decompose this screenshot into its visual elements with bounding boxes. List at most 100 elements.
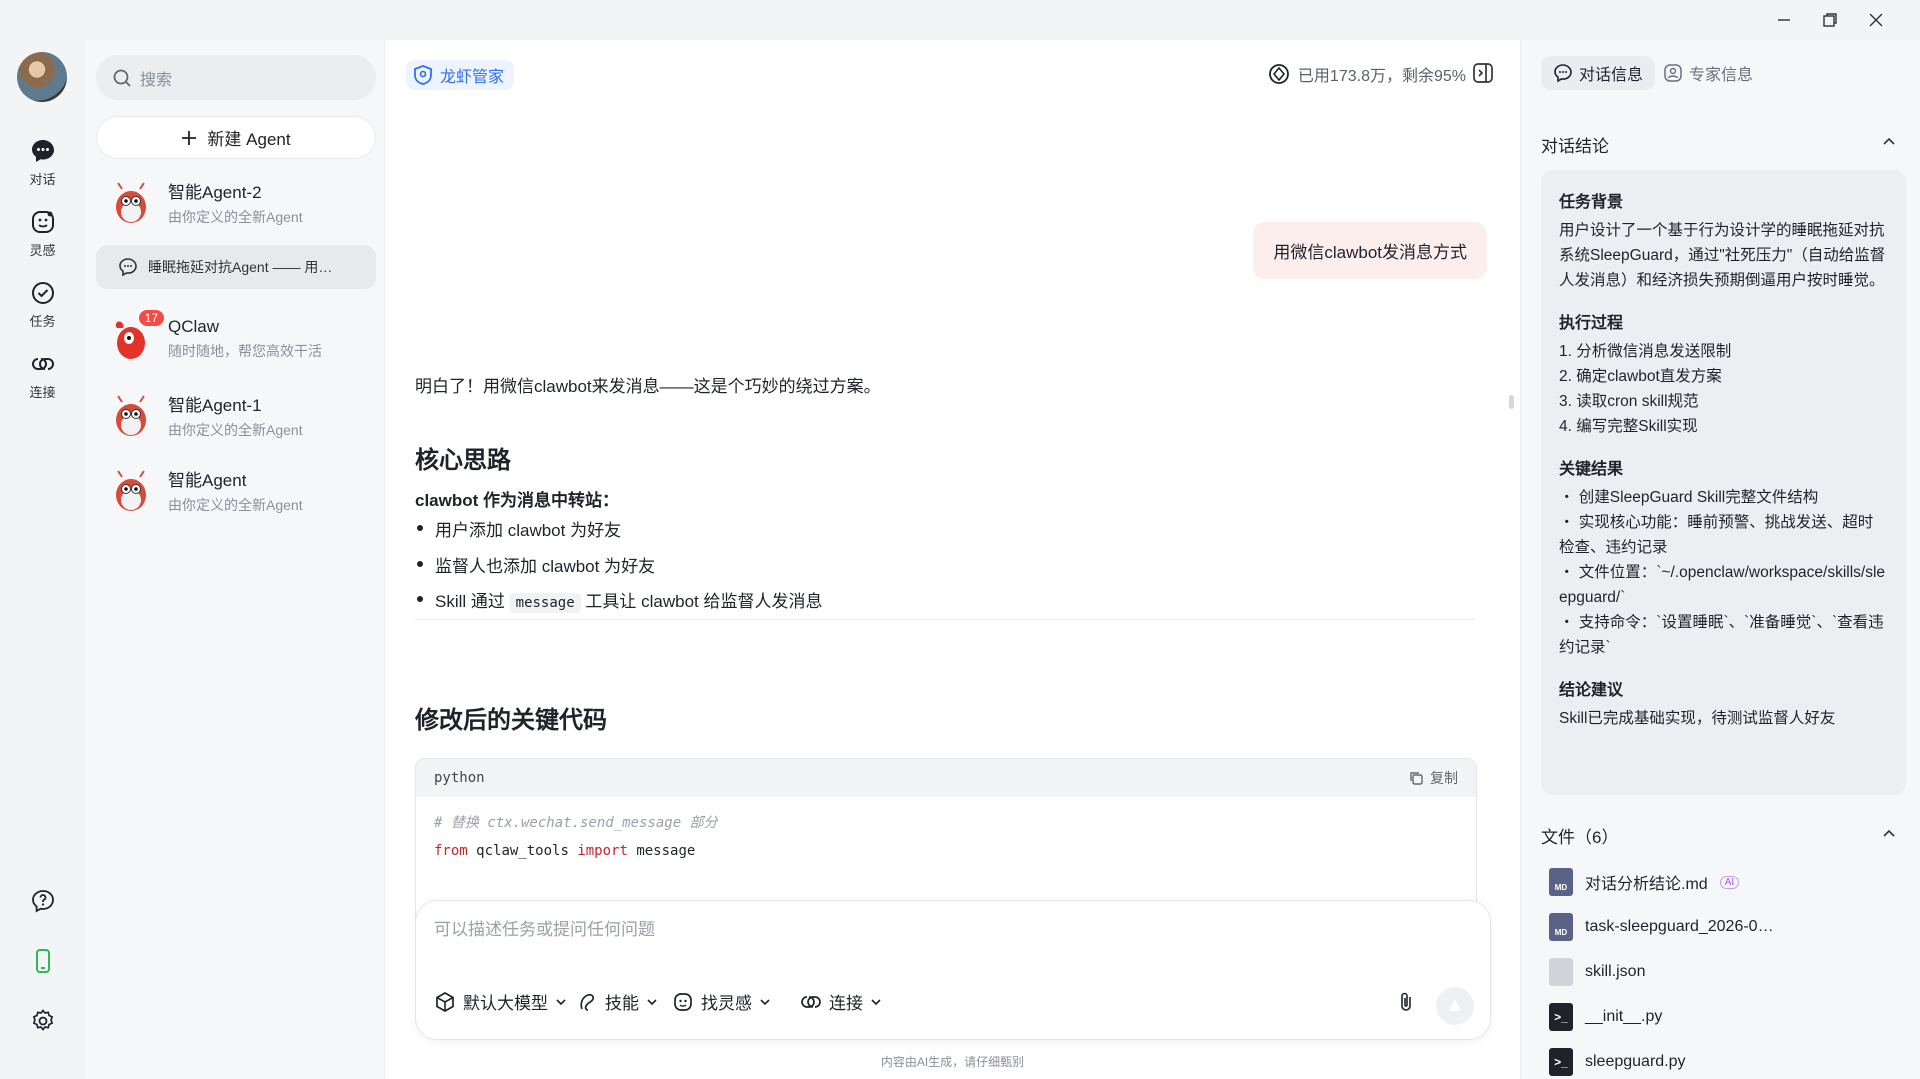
rail-item-chat[interactable]: 对话 (0, 132, 85, 194)
json-file-icon (1549, 958, 1573, 986)
agent-desc: 由你定义的全新Agent (168, 421, 303, 438)
close-icon (1869, 13, 1883, 27)
message-list: 用微信clawbot发消息方式 明白了！用微信clawbot来发消息——这是个巧… (385, 110, 1505, 925)
agent-desc: 由你定义的全新Agent (168, 208, 303, 225)
settings-button[interactable] (28, 1006, 58, 1036)
token-usage-icon (1269, 64, 1289, 84)
rail-item-connect[interactable]: 连接 (0, 345, 85, 407)
help-button[interactable] (28, 886, 58, 916)
message-input[interactable] (434, 915, 1434, 955)
maximize-button[interactable] (1816, 8, 1844, 32)
chat-bubble-icon (119, 258, 137, 277)
file-item[interactable]: MD 对话分析结论.md AI (1549, 864, 1740, 900)
tab-label: 专家信息 (1689, 67, 1754, 84)
chat-icon (31, 140, 54, 162)
chat-main: 龙虾管家 已用173.8万，剩余95% 用微信clawbot发消息方式 明白了！… (385, 40, 1520, 1079)
divider (415, 619, 1475, 620)
chevron-up-icon (1883, 137, 1895, 145)
new-agent-button[interactable]: 新建 Agent (96, 116, 376, 159)
agent-desc: 随时随地，帮您高效干活 (168, 343, 322, 359)
file-item[interactable]: >_ sleepguard.py (1549, 1044, 1686, 1079)
cube-icon (436, 991, 454, 1012)
composer: 默认大模型 技能 找灵感 连接 (415, 900, 1491, 1040)
heading-core-idea: 核心思路 (415, 447, 511, 474)
file-item[interactable]: skill.json (1549, 954, 1645, 990)
file-name: sleepguard.py (1585, 1053, 1686, 1070)
user-avatar[interactable] (17, 52, 67, 102)
code-language: python (434, 770, 485, 786)
file-name: task-sleepguard_2026-0… (1585, 918, 1774, 935)
summary-text: Skill已完成基础实现，待测试监督人好友 (1559, 710, 1836, 727)
left-rail: 对话 灵感 任务 连接 (0, 40, 85, 1079)
rail-item-inspiration[interactable]: 灵感 (0, 203, 85, 265)
skills-selector[interactable]: 技能 (576, 989, 658, 1014)
attach-button[interactable] (1396, 991, 1416, 1017)
agent-name: 智能Agent (168, 470, 247, 490)
summary-block: 执行过程 1. 分析微信消息发送限制 2. 确定clawbot直发方案 3. 读… (1559, 309, 1888, 439)
chevron-down-icon (556, 998, 566, 1005)
connect-selector[interactable]: 连接 (800, 989, 882, 1014)
agent-name: 智能Agent-1 (168, 395, 262, 415)
send-button[interactable] (1436, 987, 1474, 1025)
model-selector[interactable]: 默认大模型 (434, 989, 567, 1014)
code-comment: # 替换 ctx.wechat.send_message 部分 (434, 815, 718, 831)
agent-item[interactable]: 17 QClaw 随时随地，帮您高效干活 (96, 304, 376, 374)
task-check-icon (31, 282, 54, 304)
assistant-intro: 明白了！用微信clawbot来发消息——这是个巧妙的绕过方案。 (415, 377, 881, 396)
skills-label: 技能 (605, 994, 639, 1013)
collapse-files-button[interactable] (1882, 826, 1896, 844)
rail-label-chat: 对话 (29, 172, 56, 187)
send-arrow-icon (1449, 999, 1461, 1011)
tab-conversation-info[interactable]: 对话信息 (1541, 56, 1656, 90)
minimize-button[interactable] (1770, 8, 1798, 32)
connect-label: 连接 (829, 994, 863, 1013)
new-agent-label: 新建 Agent (207, 130, 291, 149)
sub-conversation-item[interactable]: 睡眠拖延对抗Agent —— 用… (96, 245, 376, 289)
collapse-summary-button[interactable] (1882, 134, 1896, 152)
qclaw-avatar-icon: 17 (108, 308, 166, 362)
agent-item[interactable]: 智能Agent 由你定义的全新Agent (96, 455, 376, 525)
summary-text: 1. 分析微信消息发送限制 (1559, 343, 1732, 360)
agent-item[interactable]: 智能Agent-1 由你定义的全新Agent (96, 380, 376, 450)
info-panel: 对话信息 专家信息 对话结论 任务背景 用户设计了一个基于行为设计学的睡眠拖延对… (1520, 40, 1920, 1079)
chat-scrollbar[interactable] (1509, 395, 1514, 409)
link-icon (801, 995, 821, 1008)
inspiration-label: 找灵感 (701, 994, 752, 1013)
summary-text: ・ 文件位置：`~/.openclaw/workspace/skills/sle… (1559, 564, 1886, 606)
copy-button[interactable]: 复制 (1408, 768, 1458, 788)
summary-text: 3. 读取cron skill规范 (1559, 393, 1699, 410)
file-item[interactable]: MD task-sleepguard_2026-0… (1549, 909, 1774, 945)
tab-expert-info[interactable]: 专家信息 (1651, 56, 1765, 90)
inline-code: message (509, 593, 581, 613)
chevron-down-icon (871, 998, 881, 1005)
subheading: clawbot 作为消息中转站： (415, 491, 620, 510)
inspiration-icon (31, 211, 54, 233)
search-icon (113, 69, 131, 87)
agent-tag[interactable]: 龙虾管家 (406, 60, 515, 90)
summary-block-title: 结论建议 (1559, 682, 1624, 699)
lobster-avatar-icon (108, 467, 154, 513)
title-bar (0, 0, 1920, 40)
markdown-file-icon: MD (1549, 913, 1573, 941)
settings-icon (32, 1009, 54, 1031)
agent-desc: 由你定义的全新Agent (168, 496, 303, 513)
inspiration-selector[interactable]: 找灵感 (672, 989, 771, 1014)
skill-icon (580, 993, 595, 1011)
lobster-avatar-icon (108, 179, 154, 225)
file-item[interactable]: >_ __init__.py (1549, 999, 1662, 1035)
search-box[interactable]: 搜索 (96, 55, 376, 100)
summary-block-title: 关键结果 (1559, 461, 1624, 478)
shield-agent-icon (414, 65, 432, 85)
mobile-button[interactable] (28, 946, 58, 976)
code-header: python 复制 (416, 759, 1476, 797)
agent-item[interactable]: 智能Agent-2 由你定义的全新Agent (96, 167, 376, 237)
chat-bubble-icon (1554, 64, 1572, 83)
close-button[interactable] (1862, 8, 1890, 32)
rail-item-task[interactable]: 任务 (0, 274, 85, 336)
phone-icon (36, 949, 50, 973)
panel-toggle-button[interactable] (1472, 62, 1494, 88)
ai-badge: AI (1719, 875, 1740, 889)
python-file-icon: >_ (1549, 1048, 1573, 1076)
summary-title: 对话结论 (1541, 137, 1609, 156)
